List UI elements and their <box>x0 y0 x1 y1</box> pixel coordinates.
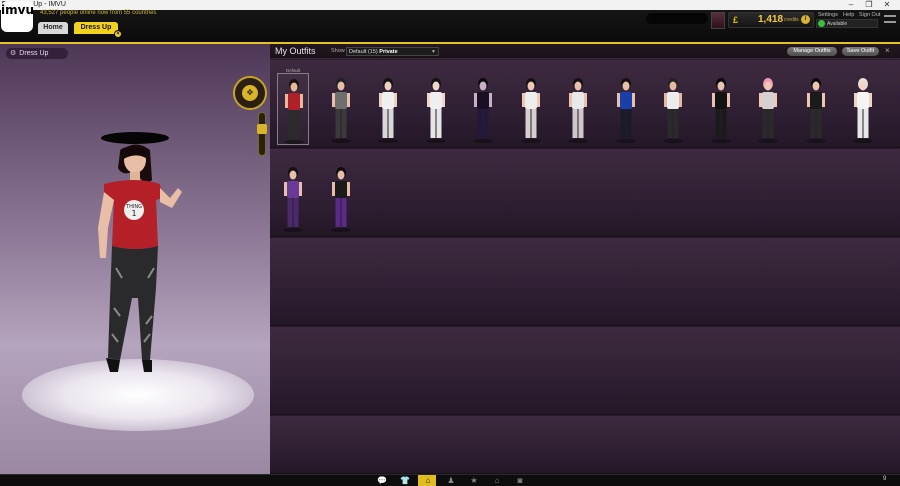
dress-up-label[interactable]: ⚙ Dress Up <box>6 48 68 59</box>
outfit-row-4 <box>270 327 900 415</box>
outfit-thumbnail[interactable] <box>610 73 642 145</box>
imvu-window: Dress Up - IMVU – ❐ ✕ imvu 43,527 people… <box>0 0 900 486</box>
redacted-username <box>646 13 708 24</box>
window-titlebar: Dress Up - IMVU – ❐ ✕ <box>0 0 900 10</box>
hanger-icon[interactable]: ⌂ <box>422 476 434 485</box>
dress-up-label-text: Dress Up <box>19 50 49 57</box>
show-label: Show <box>331 48 345 54</box>
outfit-thumbnail[interactable] <box>800 73 832 145</box>
outfit-thumbnail[interactable] <box>420 73 452 145</box>
close-icon[interactable]: × <box>885 46 890 55</box>
redacted-name-bar <box>101 132 169 144</box>
rooms-icon[interactable]: ⌂ <box>491 476 503 485</box>
shirt-icon[interactable]: 👕 <box>399 476 411 485</box>
credits-value: 1,418 <box>758 14 784 25</box>
avatar[interactable] <box>711 12 725 29</box>
save-outfit-button[interactable]: Save Outfit <box>842 47 879 56</box>
outfit-thumbnail[interactable] <box>515 73 547 145</box>
imvu-logo[interactable]: imvu <box>1 1 34 32</box>
outfit-thumbnail[interactable] <box>705 73 737 145</box>
gear-icon: ⚙ <box>10 50 17 57</box>
taskbar-count: 9 <box>883 476 887 482</box>
outfit-row-3 <box>270 238 900 326</box>
outfit-thumbnail[interactable] <box>277 162 309 234</box>
filter-prefix: Default (15) <box>349 49 378 55</box>
close-window-button[interactable]: ✕ <box>878 0 896 10</box>
minimize-button[interactable]: – <box>842 0 860 10</box>
credits-info-icon[interactable]: i <box>801 15 810 24</box>
tab-dress-up[interactable]: Dress Up <box>74 22 118 34</box>
menu-icon[interactable] <box>884 15 896 23</box>
tab-home[interactable]: Home <box>38 22 68 34</box>
camera-icon[interactable]: ◙ <box>514 476 526 485</box>
outfit-row-2 <box>270 149 900 237</box>
outfit-thumbnail[interactable] <box>657 73 689 145</box>
outfit-thumbnail[interactable] <box>847 73 879 145</box>
camera-arrows-icon[interactable]: ✥ <box>242 85 258 101</box>
tab-close-icon[interactable]: × <box>114 30 122 38</box>
outfit-thumbnail[interactable] <box>562 73 594 145</box>
status-select[interactable]: Available <box>816 19 878 28</box>
chevron-down-icon: ▼ <box>431 49 436 55</box>
svg-text:1: 1 <box>131 209 136 218</box>
credits-label: credits <box>784 17 799 23</box>
people-icon[interactable]: ♟ <box>445 476 457 485</box>
outfits-title: My Outfits <box>275 46 316 56</box>
manage-outfits-button[interactable]: Manage Outfits <box>787 47 837 56</box>
outfit-thumbnail[interactable] <box>325 162 357 234</box>
help-link[interactable]: Help <box>843 12 854 18</box>
sign-out-link[interactable]: Sign Out <box>859 12 880 18</box>
zoom-slider[interactable] <box>258 112 266 156</box>
outfit-thumbnail[interactable] <box>277 73 309 145</box>
settings-link[interactable]: Settings <box>818 12 838 18</box>
online-count-text: 43,527 people online now from 55 countri… <box>40 10 157 16</box>
outfit-row-5 <box>270 416 900 474</box>
filter-value: Private <box>379 49 398 55</box>
avatar-figure[interactable]: THING 1 <box>60 128 200 390</box>
maximize-button[interactable]: ❐ <box>860 0 878 10</box>
chat-icon[interactable]: 💬 <box>376 476 388 485</box>
credits-icon: £ <box>733 15 739 25</box>
status-check-icon <box>818 20 825 27</box>
show-filter-select[interactable]: Default (15) Private ▼ <box>346 47 439 56</box>
outfit-thumbnail[interactable] <box>325 73 357 145</box>
outfit-thumbnail[interactable] <box>752 73 784 145</box>
outfit-thumbnail[interactable] <box>372 73 404 145</box>
zoom-slider-knob[interactable] <box>257 124 267 134</box>
outfit-thumbnail[interactable] <box>467 73 499 145</box>
star-icon[interactable]: ★ <box>468 476 480 485</box>
